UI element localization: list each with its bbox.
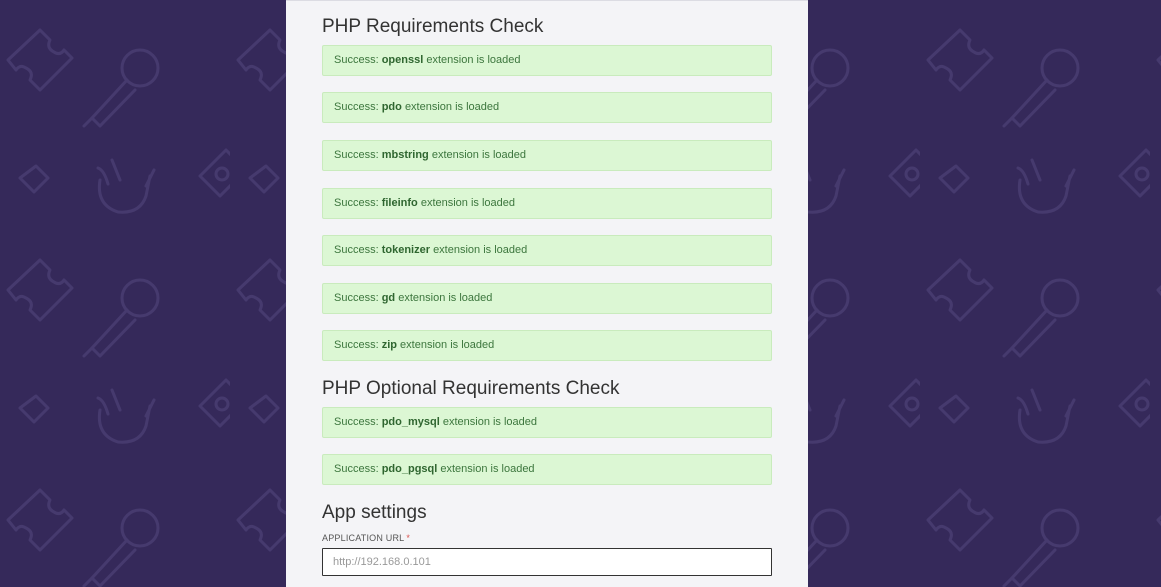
extension-name: openssl <box>381 54 424 66</box>
extension-name: pdo_mysql <box>381 416 440 428</box>
requirement-alert-zip: Success: zip extension is loaded <box>322 330 772 361</box>
extension-name: zip <box>381 339 397 351</box>
extension-name: pdo_pgsql <box>381 463 438 475</box>
extension-name: pdo <box>381 101 402 113</box>
alert-suffix: extension is loaded <box>400 339 495 351</box>
app-settings-title: App settings <box>322 502 427 523</box>
alert-prefix: Success: <box>334 416 379 428</box>
requirement-alert-pdo: Success: pdo extension is loaded <box>322 92 772 123</box>
php-requirements-title: PHP Requirements Check <box>322 16 544 37</box>
application-url-label: APPLICATION URL * <box>322 533 410 543</box>
extension-name: tokenizer <box>381 244 430 256</box>
alert-suffix: extension is loaded <box>431 149 527 161</box>
alert-suffix: extension is loaded <box>440 463 535 475</box>
alert-suffix: extension is loaded <box>433 244 528 256</box>
alert-suffix: extension is loaded <box>426 54 521 66</box>
application-url-input[interactable] <box>322 548 772 576</box>
extension-name: gd <box>381 292 396 304</box>
alert-suffix: extension is loaded <box>442 416 538 428</box>
alert-prefix: Success: <box>334 101 379 113</box>
requirement-alert-fileinfo: Success: fileinfo extension is loaded <box>322 188 772 219</box>
alert-prefix: Success: <box>334 149 379 161</box>
alert-prefix: Success: <box>334 197 379 209</box>
alert-suffix: extension is loaded <box>398 292 493 304</box>
extension-name: fileinfo <box>381 197 418 209</box>
alert-suffix: extension is loaded <box>420 197 516 209</box>
application-url-label-text: APPLICATION URL <box>322 533 405 543</box>
alert-prefix: Success: <box>334 244 379 256</box>
alert-prefix: Success: <box>334 292 379 304</box>
alert-prefix: Success: <box>334 54 379 66</box>
optional-alert-pdo-mysql: Success: pdo_mysql extension is loaded <box>322 407 772 438</box>
requirement-alert-mbstring: Success: mbstring extension is loaded <box>322 140 772 171</box>
php-optional-requirements-title: PHP Optional Requirements Check <box>322 378 620 399</box>
alert-prefix: Success: <box>334 339 379 351</box>
required-mark: * <box>406 533 411 543</box>
alert-prefix: Success: <box>334 463 379 475</box>
installer-panel: PHP Requirements Check Success: openssl … <box>286 0 808 587</box>
requirement-alert-tokenizer: Success: tokenizer extension is loaded <box>322 235 772 266</box>
requirement-alert-openssl: Success: openssl extension is loaded <box>322 45 772 76</box>
requirement-alert-gd: Success: gd extension is loaded <box>322 283 772 314</box>
alert-suffix: extension is loaded <box>404 101 500 113</box>
extension-name: mbstring <box>381 149 429 161</box>
optional-alert-pdo-pgsql: Success: pdo_pgsql extension is loaded <box>322 454 772 485</box>
